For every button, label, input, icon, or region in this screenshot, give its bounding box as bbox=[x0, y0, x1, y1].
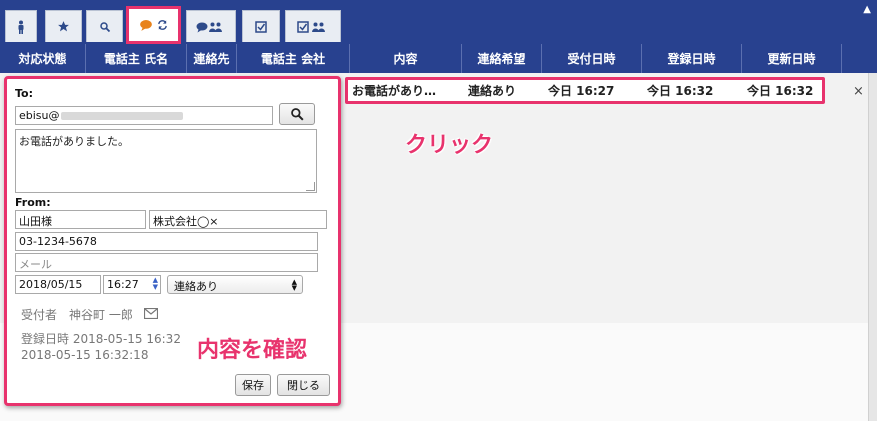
time-stepper-icon[interactable]: ▲ ▼ bbox=[153, 277, 158, 291]
column-header[interactable]: 登録日時 bbox=[641, 44, 741, 73]
email-field[interactable]: メール bbox=[15, 253, 318, 272]
cell-contact-request: 連絡あり bbox=[468, 84, 517, 98]
phone-field[interactable]: 03-1234-5678 bbox=[15, 232, 318, 251]
check-icon bbox=[255, 20, 267, 33]
table-row[interactable]: お電話があり… 連絡あり 今日 16:27 今日 16:32 今日 16:32 bbox=[345, 77, 825, 104]
chat-group-icon bbox=[196, 22, 222, 32]
tab-messages-sync[interactable] bbox=[126, 6, 181, 44]
delete-row-icon[interactable]: × bbox=[853, 84, 864, 99]
scroll-up-icon[interactable]: ▲ bbox=[863, 4, 871, 15]
column-header[interactable]: 内容 bbox=[349, 44, 461, 73]
cell-received: 今日 16:27 bbox=[548, 84, 615, 98]
column-header[interactable]: 対応状態 bbox=[0, 44, 85, 73]
chat-bubble-icon bbox=[140, 20, 152, 31]
table-header: 対応状態 電話主 氏名 連絡先 電話主 会社 内容 連絡希望 受付日時 登録日時… bbox=[0, 44, 877, 73]
search-button[interactable] bbox=[279, 103, 315, 125]
tab-favorites[interactable] bbox=[45, 10, 82, 42]
check-group-icon bbox=[297, 20, 325, 33]
from-label: From: bbox=[15, 196, 51, 209]
click-annotation: クリック bbox=[405, 133, 494, 158]
person-icon bbox=[18, 20, 24, 34]
sync-icon bbox=[158, 20, 167, 30]
column-header[interactable]: 受付日時 bbox=[541, 44, 641, 73]
tab-group-messages[interactable] bbox=[186, 10, 236, 42]
vertical-scrollbar[interactable] bbox=[868, 73, 877, 421]
select-arrows-icon: ▲ ▼ bbox=[291, 278, 297, 292]
to-field[interactable]: ebisu@ bbox=[15, 106, 273, 125]
date-field[interactable]: 2018/05/15 bbox=[15, 275, 101, 294]
message-textarea[interactable]: お電話がありました。 bbox=[15, 129, 317, 193]
confirm-annotation: 内容を確認 bbox=[197, 338, 308, 363]
search-icon bbox=[291, 108, 304, 121]
tab-person[interactable] bbox=[5, 10, 37, 42]
redacted-address bbox=[60, 112, 183, 120]
tab-tasks[interactable] bbox=[242, 10, 280, 42]
column-header[interactable]: 連絡希望 bbox=[461, 44, 541, 73]
receiver-name: 神谷町 一郎 bbox=[69, 308, 133, 322]
registered-datetime: 登録日時 2018-05-15 16:32 bbox=[21, 332, 181, 346]
caller-name-field[interactable]: 山田様 bbox=[15, 210, 146, 229]
tab-search[interactable] bbox=[86, 10, 123, 42]
star-icon bbox=[58, 21, 69, 32]
cell-registered: 今日 16:32 bbox=[647, 84, 714, 98]
search-icon bbox=[99, 21, 110, 32]
tab-bar: ▲ bbox=[0, 0, 877, 44]
column-header-blank bbox=[841, 44, 877, 73]
cell-updated: 今日 16:32 bbox=[747, 84, 814, 98]
column-header[interactable]: 電話主 会社 bbox=[236, 44, 349, 73]
contact-request-select[interactable]: 連絡あり ▲ ▼ bbox=[167, 275, 303, 294]
mail-icon[interactable] bbox=[144, 308, 158, 319]
updated-datetime: 2018-05-15 16:32:18 bbox=[21, 348, 149, 362]
close-button[interactable]: 閉じる bbox=[277, 374, 330, 396]
to-label: To: bbox=[15, 87, 33, 100]
column-header[interactable]: 連絡先 bbox=[186, 44, 236, 73]
receiver-label: 受付者 bbox=[21, 308, 58, 322]
cell-content: お電話があり… bbox=[352, 84, 437, 98]
tab-group-tasks[interactable] bbox=[285, 10, 341, 42]
company-field[interactable]: 株式会社◯× bbox=[149, 210, 327, 229]
column-header[interactable]: 更新日時 bbox=[741, 44, 841, 73]
column-header[interactable]: 電話主 氏名 bbox=[85, 44, 186, 73]
save-button[interactable]: 保存 bbox=[235, 374, 271, 396]
time-field[interactable]: 16:27 ▲ ▼ bbox=[103, 275, 161, 294]
resize-handle[interactable] bbox=[306, 182, 315, 191]
